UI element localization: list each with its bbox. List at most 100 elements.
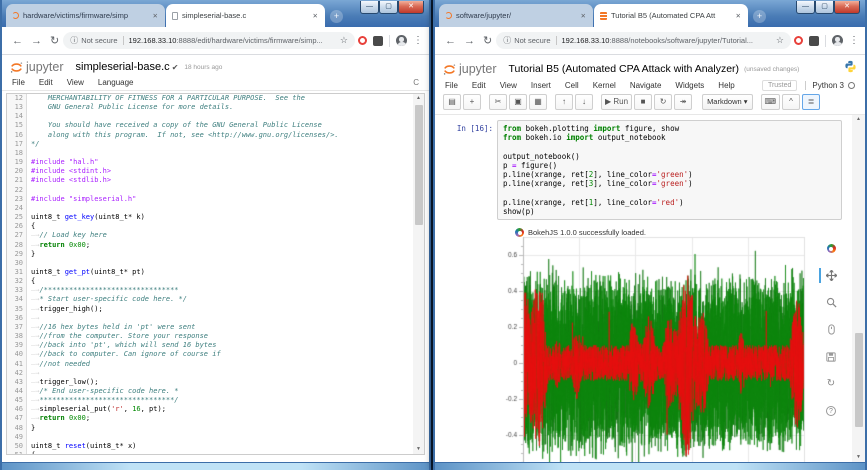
refresh-icon[interactable]: ↻ bbox=[483, 34, 492, 47]
wheel-zoom-tool-icon[interactable] bbox=[823, 316, 839, 343]
back-arrow-icon[interactable]: ← bbox=[445, 35, 456, 47]
code-editor[interactable]: 12 MERCHANTABILITY OF FITNESS FOR A PART… bbox=[6, 93, 425, 455]
browser-tab[interactable]: simpleserial-base.c✕ bbox=[166, 4, 325, 27]
extension-icon[interactable] bbox=[809, 36, 819, 46]
new-tab-button[interactable]: + bbox=[330, 10, 343, 23]
move-down-icon[interactable]: ↓ bbox=[575, 94, 593, 110]
tab-close-icon[interactable]: ✕ bbox=[152, 12, 159, 20]
jupyter-logo-icon[interactable] bbox=[10, 61, 23, 74]
bokeh-logo-icon[interactable] bbox=[823, 235, 839, 262]
browser-tab[interactable]: Tutorial B5 (Automated CPA Att✕ bbox=[594, 4, 748, 27]
forward-arrow-icon[interactable]: → bbox=[464, 35, 475, 47]
code-line: 21#include <stdlib.h> bbox=[7, 176, 424, 185]
jupyter-wordmark[interactable]: jupyter bbox=[26, 60, 64, 74]
reset-tool-icon[interactable]: ↻ bbox=[823, 370, 839, 397]
notebook-scroll-area[interactable]: In [16]: from bokeh.plotting import figu… bbox=[435, 115, 852, 462]
jupyter-logo-icon[interactable] bbox=[443, 63, 456, 76]
browser-tab[interactable]: software/jupyter/✕ bbox=[439, 4, 593, 27]
minimize-button[interactable]: — bbox=[360, 1, 379, 14]
tab-strip: hardware/victims/firmware/simp✕simpleser… bbox=[6, 4, 326, 27]
save-tool-icon[interactable] bbox=[823, 343, 839, 370]
window-titlebar[interactable]: software/jupyter/✕Tutorial B5 (Automated… bbox=[435, 0, 865, 27]
editor-scrollbar[interactable]: ▲ ▼ bbox=[413, 94, 424, 454]
scroll-up-icon[interactable]: ▲ bbox=[852, 115, 865, 124]
add-cell-icon[interactable]: + bbox=[463, 94, 481, 110]
cut-icon[interactable]: ✂ bbox=[489, 94, 507, 110]
line-number: 26 bbox=[7, 222, 27, 231]
address-bar[interactable]: ⓘ Not secure 192.168.33.10 :8888/noteboo… bbox=[496, 32, 791, 49]
profile-icon[interactable] bbox=[396, 35, 407, 46]
code-line: 41—→//not needed bbox=[7, 360, 424, 369]
line-number: 16 bbox=[7, 131, 27, 140]
menu-kernel[interactable]: Kernel bbox=[593, 81, 616, 90]
stop-icon[interactable]: ■ bbox=[634, 94, 652, 110]
new-tab-button[interactable]: + bbox=[753, 10, 766, 23]
trusted-button[interactable]: Trusted bbox=[762, 80, 797, 91]
close-button[interactable]: ✕ bbox=[398, 1, 424, 14]
bookmark-star-icon[interactable]: ☆ bbox=[340, 35, 348, 46]
menu-navigate[interactable]: Navigate bbox=[630, 81, 662, 90]
bokeh-plot[interactable] bbox=[491, 231, 821, 462]
tab-close-icon[interactable]: ✕ bbox=[735, 12, 742, 20]
forward-arrow-icon[interactable]: → bbox=[31, 35, 42, 47]
jupyter-wordmark[interactable]: jupyter bbox=[459, 62, 497, 76]
close-button[interactable]: ✕ bbox=[834, 1, 860, 14]
page-scrollbar[interactable]: ▲ ▼ bbox=[852, 115, 865, 462]
refresh-icon[interactable]: ↻ bbox=[50, 34, 59, 47]
back-arrow-icon[interactable]: ← bbox=[12, 35, 23, 47]
menu-view[interactable]: View bbox=[67, 78, 84, 87]
celltoolbar-icon[interactable]: ^ bbox=[782, 94, 800, 110]
opera-extension-icon[interactable] bbox=[358, 36, 367, 45]
menu-file[interactable]: File bbox=[12, 78, 25, 87]
maximize-button[interactable]: ▢ bbox=[379, 1, 398, 14]
copy-icon[interactable]: ▣ bbox=[509, 94, 527, 110]
menu-widgets[interactable]: Widgets bbox=[675, 81, 704, 90]
scroll-down-icon[interactable]: ▼ bbox=[413, 445, 424, 454]
browser-tab[interactable]: hardware/victims/firmware/simp✕ bbox=[6, 4, 165, 27]
menu-file[interactable]: File bbox=[445, 81, 458, 90]
keyboard-icon[interactable]: ⌨ bbox=[761, 94, 781, 110]
bokeh-toolbar: ↻? bbox=[823, 235, 839, 424]
restart-run-all-icon[interactable]: ↠ bbox=[674, 94, 692, 110]
scrollbar-thumb[interactable] bbox=[415, 105, 423, 225]
file-title[interactable]: simpleserial-base.c bbox=[76, 61, 170, 73]
menu-edit[interactable]: Edit bbox=[472, 81, 486, 90]
menu-dots-icon[interactable]: ⋮ bbox=[413, 35, 423, 46]
bookmark-star-icon[interactable]: ☆ bbox=[776, 35, 784, 46]
scroll-up-icon[interactable]: ▲ bbox=[413, 94, 424, 103]
notebook-title[interactable]: Tutorial B5 (Automated CPA Attack with A… bbox=[509, 63, 740, 75]
cell-input[interactable]: from bokeh.plotting import figure, showf… bbox=[497, 120, 842, 220]
cell-type-dropdown[interactable]: Markdown ▾ bbox=[702, 94, 752, 110]
menu-language[interactable]: Language bbox=[98, 78, 134, 87]
help-tool-icon[interactable]: ? bbox=[823, 397, 839, 424]
info-icon[interactable]: ⓘ bbox=[70, 35, 78, 46]
opera-extension-icon[interactable] bbox=[794, 36, 803, 45]
menu-insert[interactable]: Insert bbox=[531, 81, 551, 90]
run-icon[interactable]: ▶ Run bbox=[601, 94, 632, 110]
scroll-down-icon[interactable]: ▼ bbox=[852, 453, 865, 462]
save-icon[interactable]: ▤ bbox=[443, 94, 461, 110]
menu-dots-icon[interactable]: ⋮ bbox=[849, 35, 859, 46]
menu-edit[interactable]: Edit bbox=[39, 78, 53, 87]
minimize-button[interactable]: — bbox=[796, 1, 815, 14]
extension-icon[interactable] bbox=[373, 36, 383, 46]
pan-tool-icon[interactable] bbox=[823, 262, 839, 289]
tab-close-icon[interactable]: ✕ bbox=[312, 12, 319, 20]
paste-icon[interactable]: ▦ bbox=[529, 94, 547, 110]
box-zoom-tool-icon[interactable] bbox=[823, 289, 839, 316]
menu-help[interactable]: Help bbox=[718, 81, 734, 90]
menu-view[interactable]: View bbox=[500, 81, 517, 90]
move-up-icon[interactable]: ↑ bbox=[555, 94, 573, 110]
menu-cell[interactable]: Cell bbox=[565, 81, 579, 90]
code-cell[interactable]: In [16]: from bokeh.plotting import figu… bbox=[435, 115, 852, 220]
address-bar[interactable]: ⓘ Not secure 192.168.33.10 :8888/edit/ha… bbox=[63, 32, 355, 49]
profile-icon[interactable] bbox=[832, 35, 843, 46]
tab-close-icon[interactable]: ✕ bbox=[580, 12, 587, 20]
scrollbar-thumb[interactable] bbox=[855, 333, 863, 427]
code-line: 40—→//back to computer. Can ignore of co… bbox=[7, 350, 424, 359]
toc-icon[interactable]: ≣ bbox=[802, 94, 820, 110]
restart-kernel-icon[interactable]: ↻ bbox=[654, 94, 672, 110]
maximize-button[interactable]: ▢ bbox=[815, 1, 834, 14]
window-titlebar[interactable]: hardware/victims/firmware/simp✕simpleser… bbox=[2, 0, 429, 27]
info-icon[interactable]: ⓘ bbox=[503, 35, 511, 46]
